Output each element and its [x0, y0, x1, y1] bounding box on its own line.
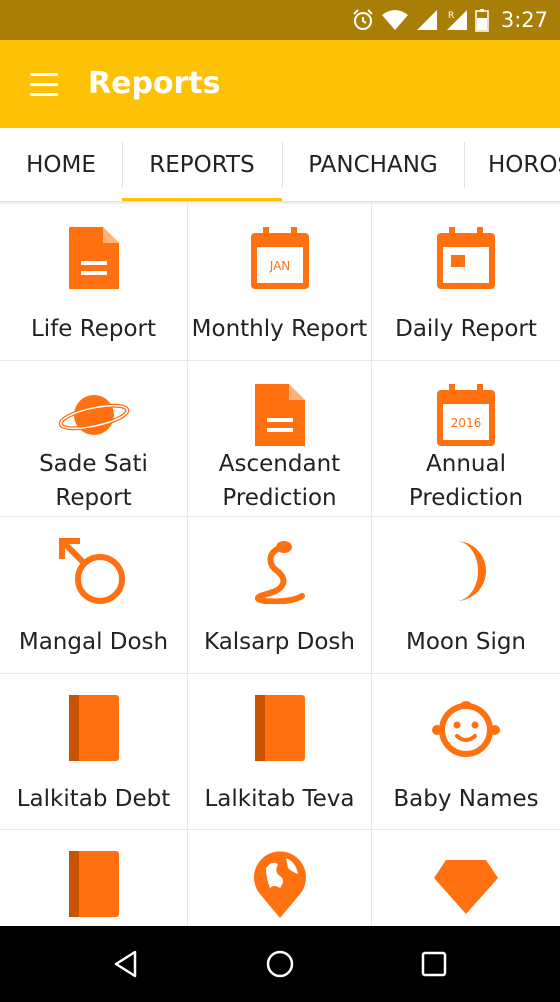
gem-icon [426, 850, 506, 918]
grid-item-label: Kalsarp Dosh [204, 629, 355, 655]
grid-item-globe[interactable] [188, 830, 371, 926]
grid-item-label: Sade Sati Report [0, 447, 187, 515]
tab-horoscope[interactable]: HOROS [464, 128, 560, 201]
grid-item-label: Annual Prediction [372, 447, 560, 515]
grid-item-label: Lalkitab Teva [204, 786, 355, 812]
alarm-icon [353, 9, 373, 30]
grid-item-label-line: Prediction [222, 485, 337, 511]
grid-item-life-report[interactable]: Life Report [0, 204, 187, 360]
wifi-icon [381, 10, 408, 30]
mars-symbol-icon [54, 537, 134, 605]
grid-item-moon-sign[interactable]: Moon Sign [372, 517, 560, 673]
book-icon [54, 694, 134, 762]
calendar-year-text: 2016 [451, 416, 482, 430]
grid-item-sade-sati-report[interactable]: Sade Sati Report [0, 361, 187, 516]
book-icon [240, 694, 320, 762]
grid-item-gem[interactable] [372, 830, 560, 926]
grid-item-label-line: Ascendant [218, 451, 341, 477]
reports-grid: Life Report JAN Monthly Report Daily Rep… [0, 204, 560, 926]
tab-bar: HOME REPORTS PANCHANG HOROS [0, 128, 560, 202]
grid-item-lalkitab-teva[interactable]: Lalkitab Teva [188, 674, 371, 829]
book-icon [54, 850, 134, 918]
grid-item-label: Monthly Report [191, 316, 368, 342]
baby-face-icon [426, 694, 506, 762]
recents-square-icon[interactable] [394, 926, 474, 1002]
grid-item-label: Ascendant Prediction [188, 447, 371, 515]
system-nav-bar [0, 926, 560, 1002]
grid-item-label-line: Report [55, 485, 132, 511]
page-title: Reports [88, 66, 221, 101]
saturn-icon [54, 381, 134, 449]
tab-reports[interactable]: REPORTS [122, 128, 282, 201]
grid-item-ascendant-prediction[interactable]: Ascendant Prediction [188, 361, 371, 516]
hamburger-menu-icon[interactable] [20, 66, 68, 102]
battery-icon [475, 9, 489, 32]
grid-item-label: Daily Report [395, 316, 537, 342]
back-icon[interactable] [86, 926, 166, 1002]
snake-icon [240, 537, 320, 605]
grid-item-label-line: Sade Sati [39, 451, 148, 477]
grid-item-label: Life Report [30, 316, 156, 342]
grid-item-mangal-dosh[interactable]: Mangal Dosh [0, 517, 187, 673]
grid-item-lalkitab-debt[interactable]: Lalkitab Debt [0, 674, 187, 829]
tab-selected-indicator [122, 198, 282, 201]
grid-item-label: Moon Sign [405, 629, 527, 655]
calendar-day-icon [426, 224, 506, 292]
calendar-year-icon: 2016 [426, 381, 506, 449]
status-time: 3:27 [500, 8, 548, 32]
grid-item-label: Baby Names [393, 786, 539, 812]
roaming-signal-icon: R [446, 10, 467, 30]
grid-item-daily-report[interactable]: Daily Report [372, 204, 560, 360]
crescent-moon-icon [426, 537, 506, 605]
status-bar: R 3:27 [0, 0, 560, 40]
document-icon [54, 224, 134, 292]
status-icons: R 3:27 [351, 0, 548, 40]
grid-item-label: Mangal Dosh [18, 629, 169, 655]
grid-item-baby-names[interactable]: Baby Names [372, 674, 560, 829]
tab-home[interactable]: HOME [0, 128, 122, 201]
grid-item-kalsarp-dosh[interactable]: Kalsarp Dosh [188, 517, 371, 673]
grid-item-label-line: Annual [426, 451, 506, 477]
document-icon [240, 381, 320, 449]
svg-text:R: R [448, 11, 454, 21]
home-circle-icon[interactable] [240, 926, 320, 1002]
grid-item-label: Lalkitab Debt [16, 786, 171, 812]
grid-item-book[interactable] [0, 830, 187, 926]
tab-panchang[interactable]: PANCHANG [282, 128, 464, 201]
globe-pin-icon [240, 850, 320, 918]
calendar-jan-icon: JAN [240, 224, 320, 292]
grid-item-monthly-report[interactable]: JAN Monthly Report [188, 204, 371, 360]
app-bar: Reports [0, 40, 560, 128]
grid-item-label-line: Prediction [408, 485, 524, 511]
grid-item-annual-prediction[interactable]: 2016 Annual Prediction [372, 361, 560, 516]
signal-icon [416, 10, 437, 30]
calendar-month-text: JAN [268, 259, 290, 273]
